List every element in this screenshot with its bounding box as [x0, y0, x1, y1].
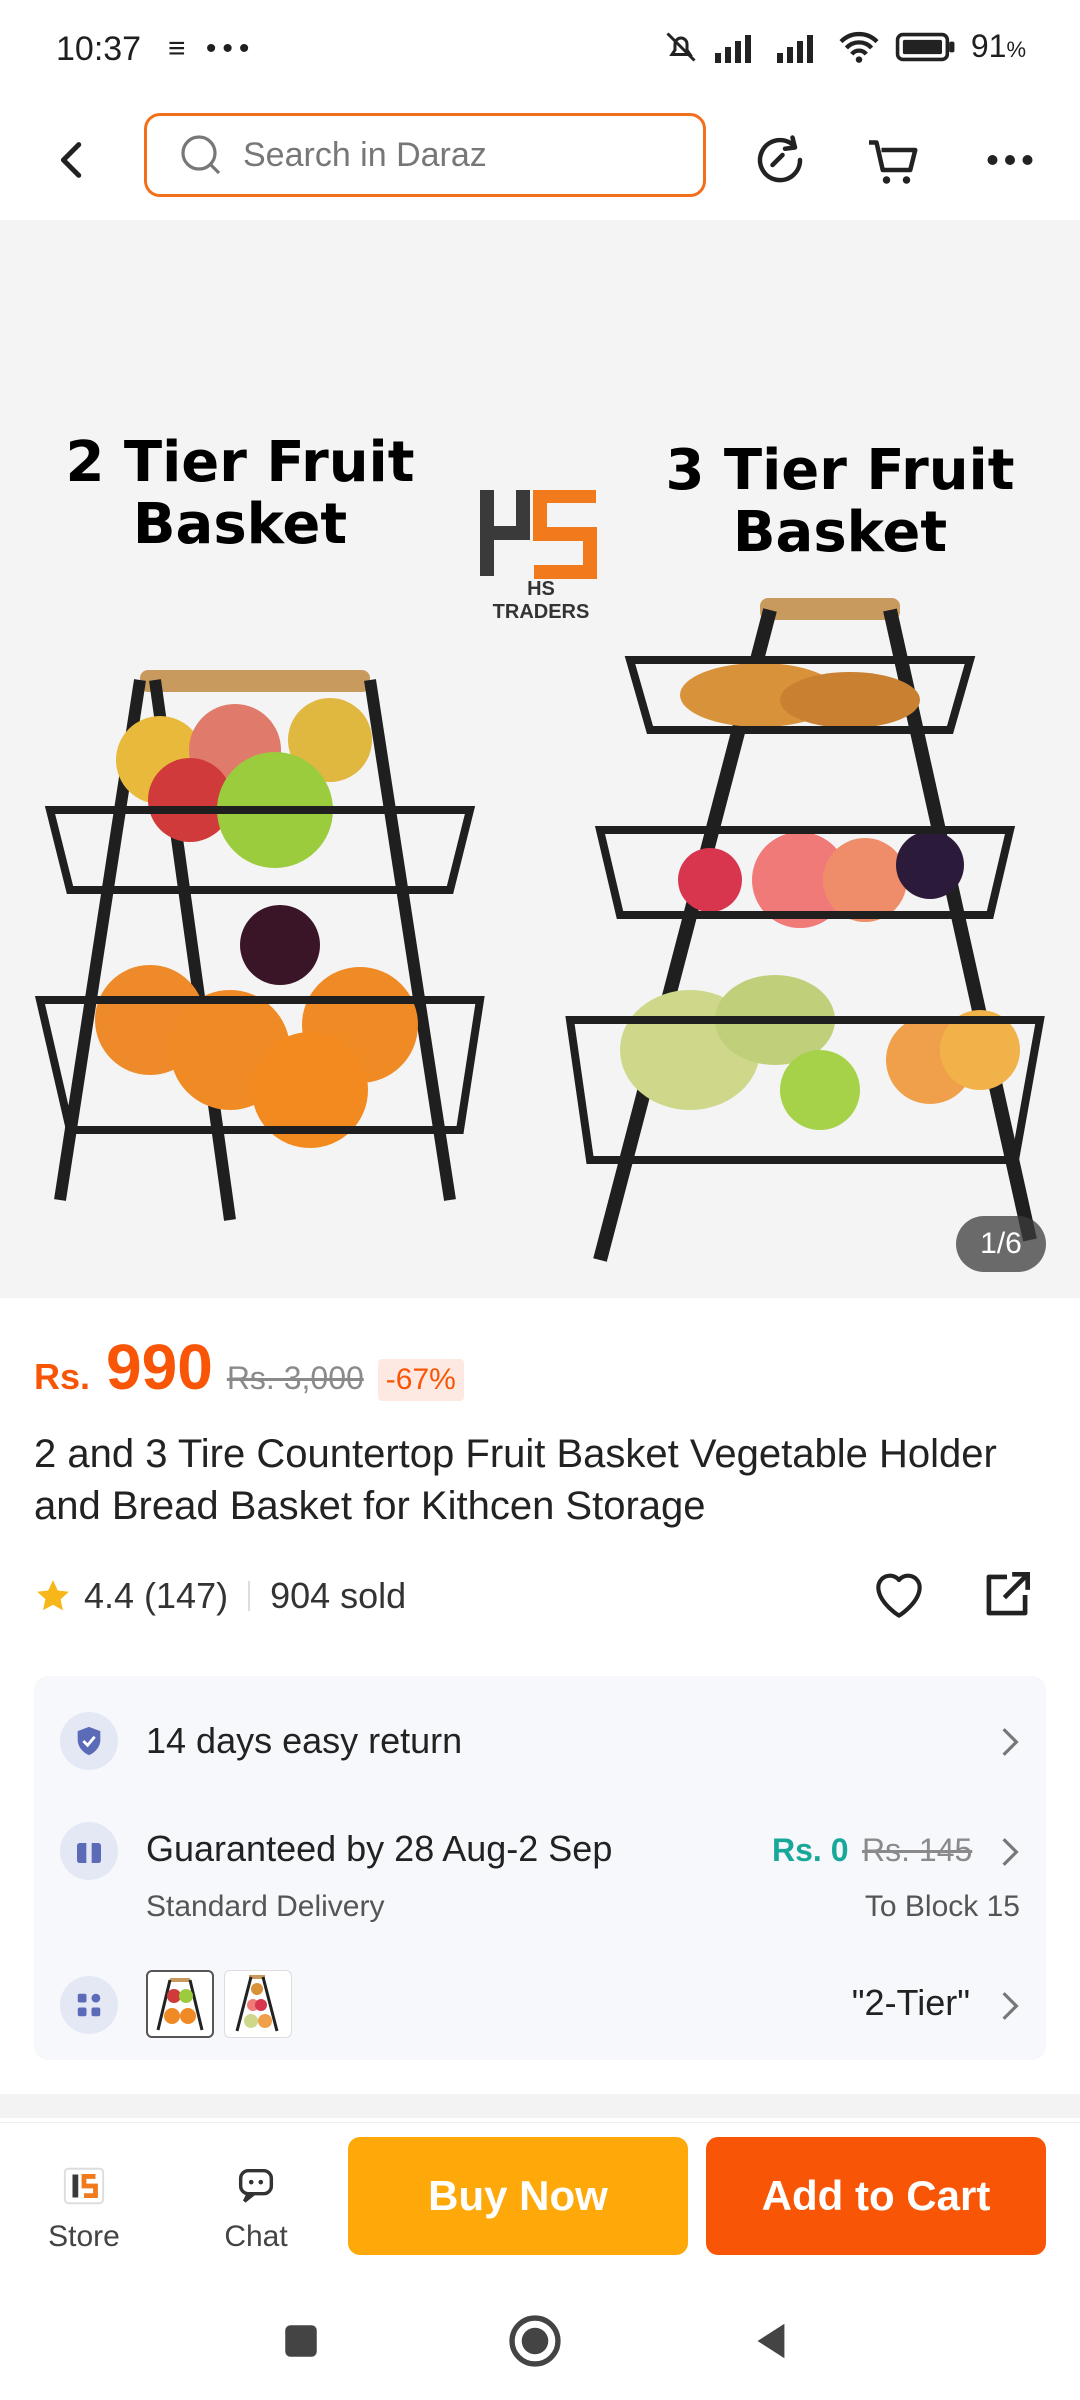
sold-count: 904 sold — [270, 1575, 407, 1616]
status-bar: 10:37 ≡ ••• 91% — [0, 0, 1080, 100]
add-to-cart-button[interactable]: Add to Cart — [706, 2137, 1046, 2255]
status-right-group: 91% — [663, 28, 1026, 65]
image-counter: 1/6 — [956, 1216, 1046, 1272]
two-tier-basket-image — [34, 670, 485, 1221]
variant-thumb-3-tier[interactable] — [224, 1970, 292, 2038]
selected-variant-label[interactable]: "2-Tier" — [852, 1982, 970, 2024]
return-policy-text[interactable]: 14 days easy return — [146, 1720, 462, 1762]
delivery-destination[interactable]: To Block 15 — [865, 1890, 1020, 1924]
rating-row[interactable]: 4.4 (147) 904 sold — [34, 1568, 406, 1624]
buy-now-button[interactable]: Buy Now — [348, 2137, 688, 2255]
variant-thumb-2-tier[interactable] — [146, 1970, 214, 2038]
search-input[interactable]: Search in Daraz — [144, 113, 706, 197]
service-info-card: 14 days easy return Guaranteed by 28 Aug… — [34, 1676, 1046, 2060]
more-options-icon[interactable] — [980, 130, 1040, 190]
status-notification-icons: ≡ ••• — [168, 32, 256, 65]
search-placeholder: Search in Daraz — [243, 135, 487, 174]
product-title: 2 and 3 Tire Countertop Fruit Basket Veg… — [34, 1432, 997, 1528]
chat-button[interactable]: Chat — [196, 2163, 316, 2254]
original-price: Rs. 3,000 — [226, 1360, 364, 1396]
delivery-guarantee-text[interactable]: Guaranteed by 28 Aug-2 Sep — [146, 1828, 612, 1870]
three-tier-basket-image — [565, 598, 1045, 1262]
back-nav-icon[interactable] — [748, 2318, 794, 2364]
rating-divider — [248, 1581, 251, 1611]
rating-value: 4.4 — [84, 1575, 135, 1616]
delivery-box-icon — [60, 1822, 118, 1880]
mute-icon — [666, 31, 696, 62]
status-time: 10:37 — [56, 30, 142, 68]
home-icon[interactable] — [506, 2312, 564, 2370]
return-shield-icon — [60, 1712, 118, 1770]
store-icon — [63, 2167, 105, 2205]
chat-label: Chat — [224, 2220, 288, 2253]
wifi-icon — [839, 31, 879, 63]
chat-icon — [238, 2168, 274, 2203]
battery-level: 91% — [970, 28, 1026, 64]
delivery-fee-original: Rs. 145 — [862, 1832, 973, 1868]
wishlist-heart-icon[interactable] — [868, 1564, 930, 1626]
share-icon[interactable] — [976, 1564, 1038, 1626]
store-label: Store — [48, 2220, 120, 2253]
section-divider — [0, 2094, 1080, 2118]
battery-icon — [895, 32, 955, 61]
chevron-right-icon-delivery[interactable] — [1000, 1836, 1020, 1868]
review-count: (147) — [144, 1575, 229, 1616]
variant-grid-icon — [60, 1976, 118, 2034]
signal-icon — [714, 34, 751, 63]
price-row: Rs. 990 Rs. 3,000 -67% — [34, 1330, 464, 1403]
chevron-right-icon-variant[interactable] — [1000, 1990, 1020, 2022]
star-icon — [37, 1580, 69, 1611]
price-currency: Rs. — [34, 1356, 91, 1397]
share-refresh-icon[interactable] — [750, 130, 810, 190]
top-bar: Search in Daraz — [0, 100, 1080, 220]
bottom-action-bar: Store Chat Buy Now Add to Cart — [0, 2122, 1080, 2283]
system-navigation-bar — [0, 2282, 1080, 2400]
cart-icon[interactable] — [864, 130, 924, 190]
back-arrow-icon[interactable] — [50, 134, 96, 186]
delivery-fee: Rs. 0 — [772, 1832, 849, 1868]
store-button[interactable]: Store — [24, 2163, 144, 2254]
signal-icon-2 — [776, 34, 813, 63]
product-image-gallery[interactable]: 2 Tier Fruit Basket 3 Tier Fruit Basket … — [0, 220, 1080, 1298]
brand-logo — [480, 490, 597, 579]
delivery-type-text: Standard Delivery — [146, 1890, 385, 1923]
gallery-right-title: 3 Tier Fruit Basket — [665, 438, 1015, 565]
price-value: 990 — [106, 1331, 213, 1403]
search-icon — [181, 135, 221, 175]
discount-badge: -67% — [377, 1359, 464, 1401]
recent-apps-icon[interactable] — [280, 2320, 322, 2362]
gallery-left-title: 2 Tier Fruit Basket — [65, 430, 415, 557]
chevron-right-icon[interactable] — [1000, 1726, 1020, 1758]
